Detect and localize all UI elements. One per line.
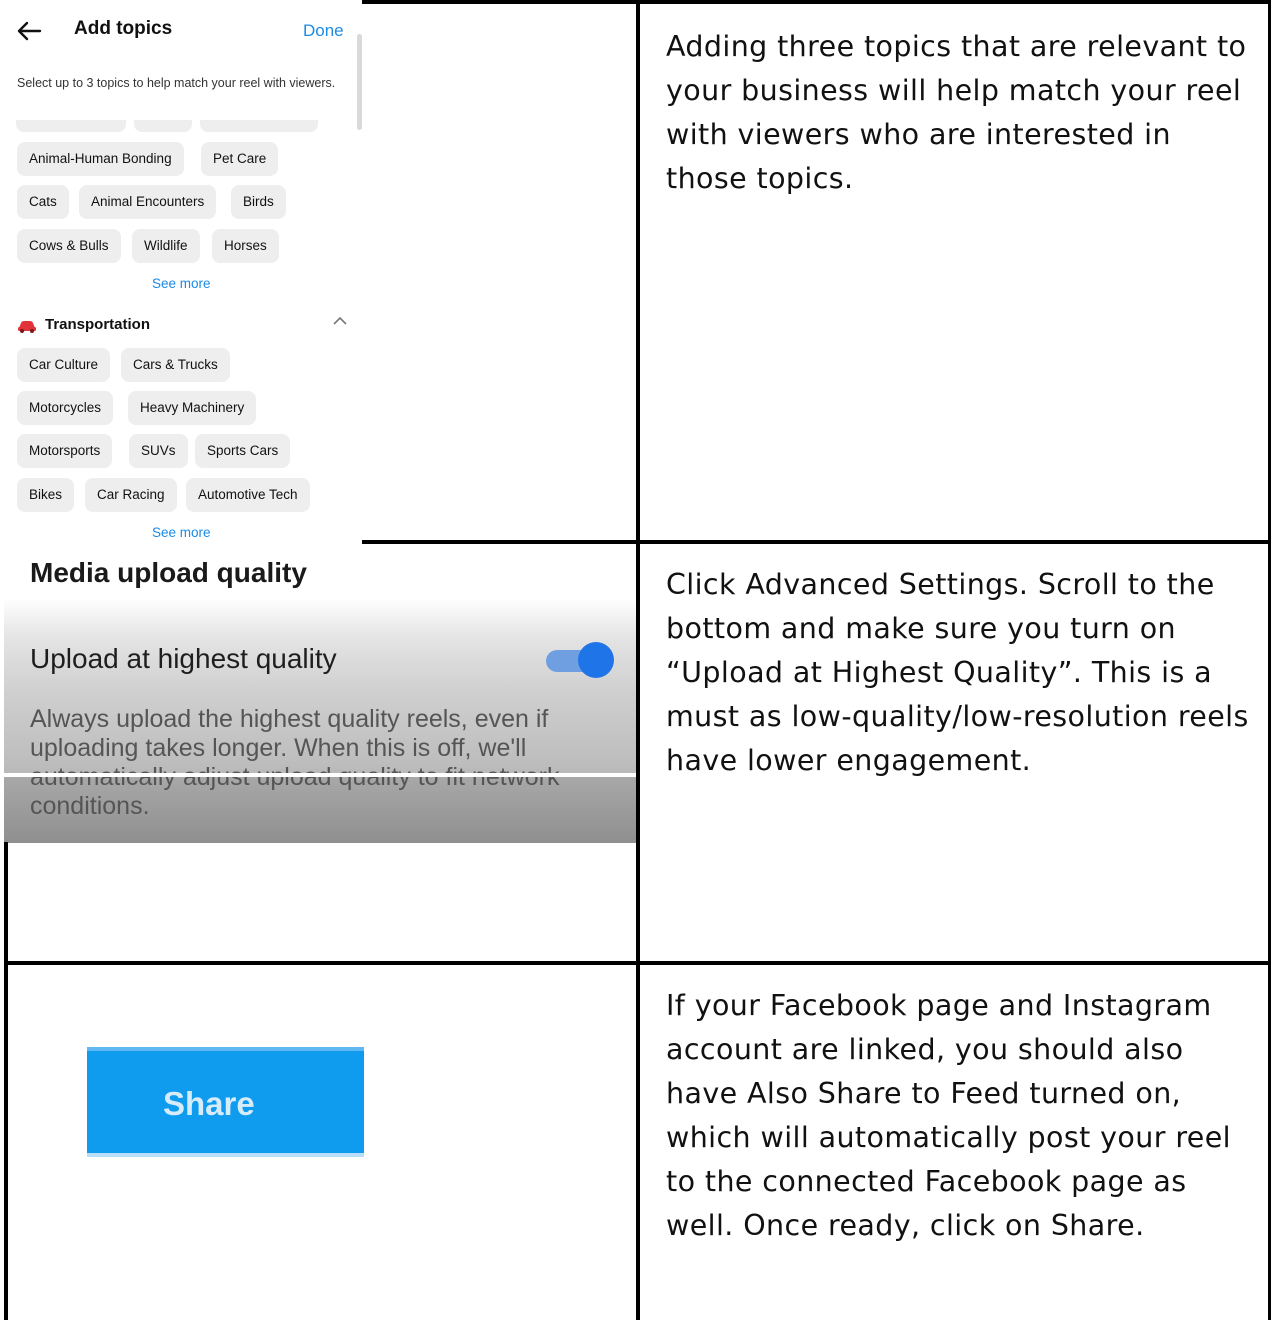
see-more-link[interactable]: See more (152, 276, 211, 291)
done-button[interactable]: Done (303, 21, 344, 41)
setting-label: Upload at highest quality (30, 643, 337, 674)
partial-chip-row (0, 120, 362, 134)
add-topics-screenshot: Add topics Done Select up to 3 topics to… (0, 0, 362, 543)
topic-chip[interactable]: Wildlife (132, 229, 200, 263)
topic-chip[interactable]: Birds (231, 185, 286, 219)
topic-chip[interactable]: Car Racing (85, 478, 177, 512)
share-button-label: Share (163, 1085, 255, 1122)
instruction-text: If your Facebook page and Instagram acco… (666, 989, 1231, 1242)
topics-help-text: Select up to 3 topics to help match your… (17, 76, 336, 90)
topic-chip[interactable]: Automotive Tech (186, 478, 310, 512)
topic-chip[interactable]: Animal Encounters (79, 185, 217, 219)
toggle-knob (578, 642, 614, 678)
topic-chip[interactable]: SUVs (129, 434, 188, 468)
topic-chip[interactable]: Pet Care (201, 142, 279, 176)
back-arrow-icon[interactable] (16, 18, 42, 44)
topic-chip[interactable]: Motorsports (17, 434, 113, 468)
share-button[interactable]: Share (87, 1047, 364, 1157)
divider (4, 773, 636, 777)
topic-chip[interactable]: Sports Cars (195, 434, 291, 468)
table-border (4, 842, 8, 1320)
table-border (362, 540, 1271, 544)
topic-chip[interactable]: Heavy Machinery (128, 391, 257, 425)
topic-chip[interactable]: Cars & Trucks (121, 348, 230, 382)
page-title: Add topics (74, 18, 173, 39)
category-title: Transportation (45, 316, 151, 333)
topic-chip[interactable]: Cows & Bulls (17, 229, 121, 263)
instruction-text: Click Advanced Settings. Scroll to the b… (666, 568, 1249, 777)
table-border (636, 0, 640, 1320)
car-icon (18, 321, 36, 333)
topic-chip[interactable]: Animal-Human Bonding (17, 142, 184, 176)
chevron-up-icon[interactable] (332, 315, 348, 327)
setting-description: Always upload the highest quality reels,… (30, 705, 560, 820)
topic-chip[interactable]: Bikes (17, 478, 75, 512)
topic-chip[interactable]: Motorcycles (17, 391, 114, 425)
upload-quality-screenshot: Media upload quality Upload at highest q… (0, 543, 636, 843)
topic-chip[interactable]: Cats (17, 185, 69, 219)
scrollbar[interactable] (357, 34, 362, 130)
table-border (362, 0, 1271, 4)
section-heading: Media upload quality (30, 557, 307, 588)
topic-chip[interactable]: Car Culture (17, 348, 111, 382)
topic-chip[interactable]: Horses (212, 229, 279, 263)
see-more-link[interactable]: See more (152, 525, 211, 540)
upload-quality-toggle[interactable] (546, 642, 614, 678)
topics-header: Add topics Done (0, 0, 362, 60)
instruction-text: Adding three topics that are relevant to… (666, 30, 1247, 195)
